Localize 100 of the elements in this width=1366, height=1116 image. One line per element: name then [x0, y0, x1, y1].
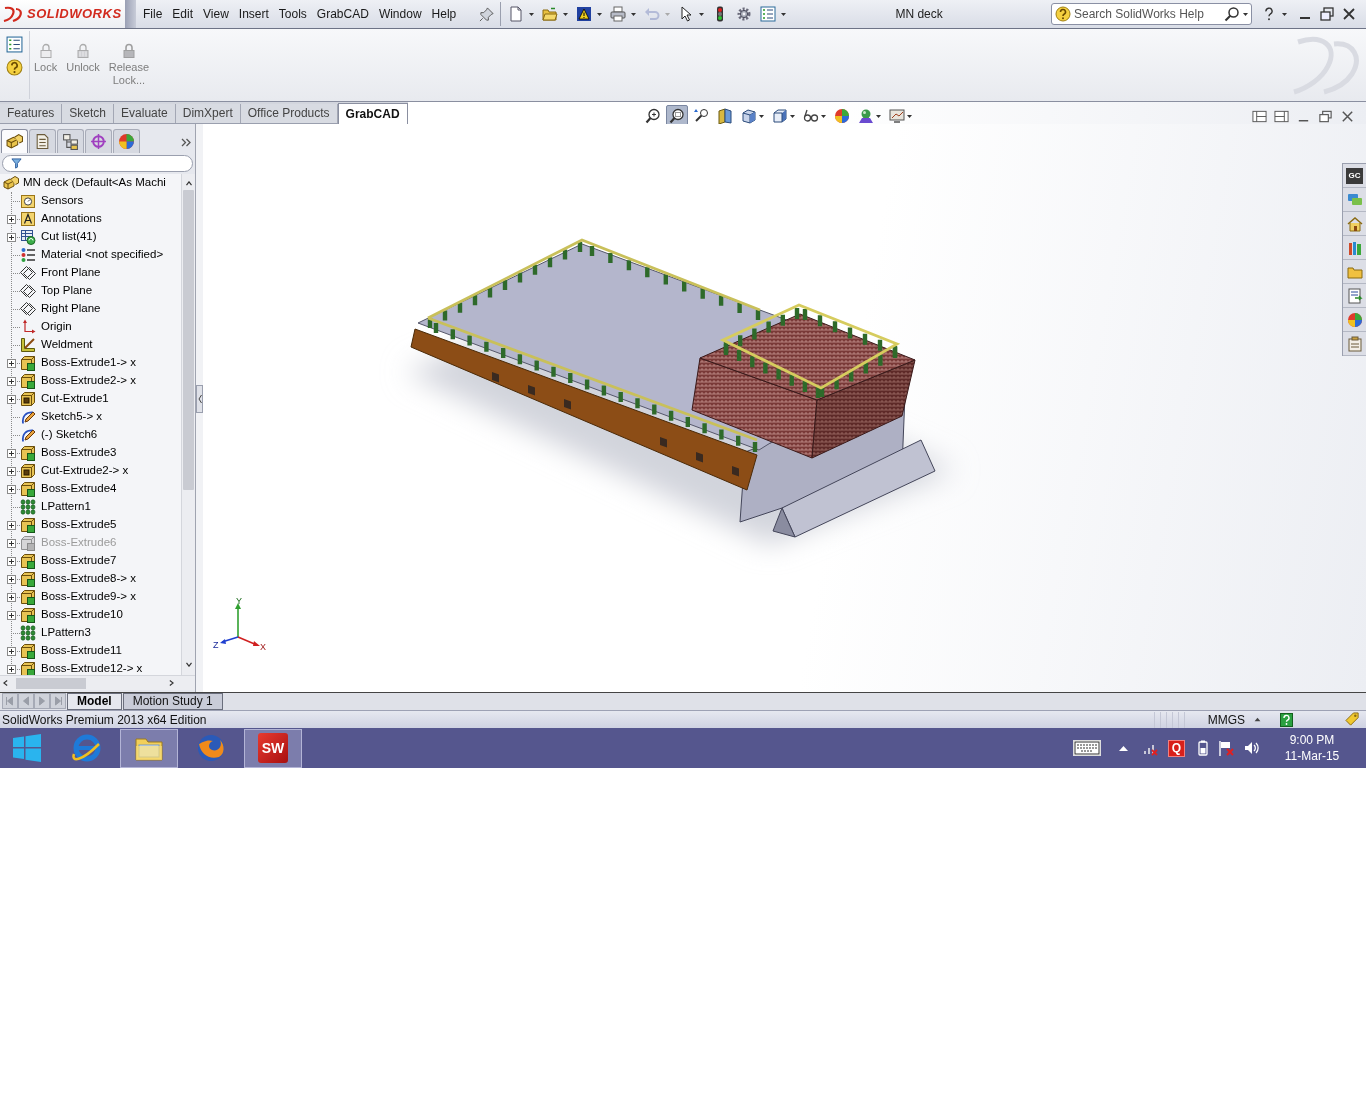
units-label[interactable]: MMGS: [1207, 710, 1245, 729]
expand-icon[interactable]: [7, 233, 16, 242]
tree-item[interactable]: Cut-Extrude2-> x: [41, 462, 129, 480]
tree-item[interactable]: Front Plane: [41, 264, 101, 282]
tree-item[interactable]: Boss-Extrude3: [41, 444, 117, 462]
expand-icon[interactable]: [7, 377, 16, 386]
tree-item[interactable]: Annotations: [41, 210, 102, 228]
tree-item[interactable]: Top Plane: [41, 282, 93, 300]
expand-icon[interactable]: [7, 557, 16, 566]
expand-icon[interactable]: [7, 485, 16, 494]
restore-icon[interactable]: [1319, 6, 1335, 22]
tile-vertical-icon[interactable]: [1274, 109, 1289, 123]
menu-item[interactable]: View: [198, 6, 234, 22]
restore-icon[interactable]: [1318, 109, 1333, 123]
command-tab[interactable]: Sketch: [62, 104, 115, 123]
pushpin-icon[interactable]: [479, 6, 495, 22]
expand-icon[interactable]: [7, 593, 16, 602]
tree-item[interactable]: Boss-Extrude2-> x: [41, 372, 136, 390]
scroll-thumb[interactable]: [183, 190, 194, 490]
panel-tab[interactable]: [113, 129, 140, 153]
caret-icon[interactable]: [529, 12, 535, 16]
caret-icon[interactable]: [1282, 12, 1287, 16]
caret-icon[interactable]: [631, 12, 637, 16]
search-icon[interactable]: [1224, 6, 1240, 22]
caret-icon[interactable]: [906, 114, 912, 118]
tree-item[interactable]: Cut-Extrude1: [41, 390, 109, 408]
checklist-icon[interactable]: [6, 36, 23, 53]
command-tab[interactable]: Office Products: [240, 104, 338, 123]
command-tab[interactable]: GrabCAD: [337, 103, 408, 124]
expand-icon[interactable]: [7, 611, 16, 620]
caret-icon[interactable]: [758, 114, 764, 118]
tree-item[interactable]: Boss-Extrude9-> x: [41, 588, 136, 606]
tree-item[interactable]: Boss-Extrude7: [41, 552, 117, 570]
flag-icon[interactable]: [1218, 740, 1234, 756]
filter-icon[interactable]: [11, 158, 22, 169]
close-icon[interactable]: [1340, 109, 1355, 123]
caret-left-icon[interactable]: [3, 679, 8, 687]
panel-tab[interactable]: [1, 129, 28, 153]
tree-item[interactable]: Cut list(41): [41, 228, 97, 246]
tree-item[interactable]: Right Plane: [41, 300, 101, 318]
caret-down-icon[interactable]: [184, 662, 193, 667]
caret-up-icon[interactable]: [1119, 745, 1128, 751]
tree-item[interactable]: Boss-Extrude5: [41, 516, 117, 534]
menu-item[interactable]: GrabCAD: [311, 6, 374, 22]
expand-icon[interactable]: [7, 539, 16, 548]
search-input[interactable]: Search SolidWorks Help: [1074, 5, 1221, 23]
tree-item[interactable]: Boss-Extrude12-> x: [41, 660, 143, 675]
command-tab[interactable]: DimXpert: [175, 104, 241, 123]
menu-item[interactable]: Edit: [167, 6, 199, 22]
expand-icon[interactable]: [7, 665, 16, 674]
caret-icon[interactable]: [820, 114, 826, 118]
tile-horizontal-icon[interactable]: [1252, 109, 1267, 123]
caret-icon[interactable]: [1243, 12, 1248, 16]
tree-item[interactable]: Sketch5-> x: [41, 408, 103, 426]
study-tab[interactable]: Motion Study 1: [122, 693, 223, 710]
tray-app-badge[interactable]: Q: [1168, 739, 1185, 757]
taskbar-button[interactable]: [120, 728, 178, 768]
caret-up-icon[interactable]: [1254, 717, 1261, 722]
double-chevron-right-icon[interactable]: [181, 138, 191, 147]
caret-icon[interactable]: [563, 12, 569, 16]
open-folder-icon[interactable]: [542, 6, 559, 22]
expand-icon[interactable]: [7, 467, 16, 476]
taskbar-button[interactable]: SW: [244, 728, 302, 768]
command-tab[interactable]: Evaluate: [114, 104, 176, 123]
tree-item[interactable]: Sensors: [41, 192, 84, 210]
menu-item[interactable]: Help: [426, 6, 462, 22]
expand-icon[interactable]: [7, 395, 16, 404]
vertical-scrollbar[interactable]: [181, 174, 195, 675]
tree-item[interactable]: Boss-Extrude11: [41, 642, 122, 660]
new-document-icon[interactable]: [508, 6, 525, 22]
tree-item[interactable]: Boss-Extrude8-> x: [41, 570, 136, 588]
expand-icon[interactable]: [7, 449, 16, 458]
tree-item[interactable]: Weldment: [41, 336, 93, 354]
tree-item[interactable]: Origin: [41, 318, 72, 336]
tag-icon[interactable]: [1345, 712, 1360, 727]
caret-right-icon[interactable]: [169, 679, 174, 687]
tree-item[interactable]: Boss-Extrude4: [41, 480, 117, 498]
expand-icon[interactable]: [7, 647, 16, 656]
tree-item[interactable]: Boss-Extrude1-> x: [41, 354, 136, 372]
menu-item[interactable]: Insert: [233, 6, 274, 22]
expand-icon[interactable]: [7, 359, 16, 368]
panel-tab[interactable]: [85, 129, 112, 153]
speaker-icon[interactable]: [1244, 740, 1260, 756]
expand-icon[interactable]: [7, 521, 16, 530]
expand-icon[interactable]: [7, 575, 16, 584]
expand-icon[interactable]: [7, 215, 16, 224]
caret-icon[interactable]: [699, 12, 705, 16]
tree-item[interactable]: LPattern3: [41, 624, 91, 642]
panel-collapse-handle[interactable]: [196, 385, 203, 413]
caret-icon[interactable]: [789, 114, 795, 118]
tree-item[interactable]: Material <not specified>: [41, 246, 164, 264]
caret-up-icon[interactable]: [184, 181, 193, 186]
panel-tab[interactable]: [57, 129, 84, 153]
tree-item[interactable]: MN deck (Default<As Machi: [23, 174, 166, 192]
help-icon[interactable]: [1262, 6, 1276, 22]
gear-icon[interactable]: [736, 6, 753, 22]
view-tool-button[interactable]: [665, 105, 688, 127]
close-icon[interactable]: [1341, 6, 1357, 22]
menu-item[interactable]: Window: [373, 6, 427, 22]
filter-field[interactable]: [2, 155, 193, 172]
